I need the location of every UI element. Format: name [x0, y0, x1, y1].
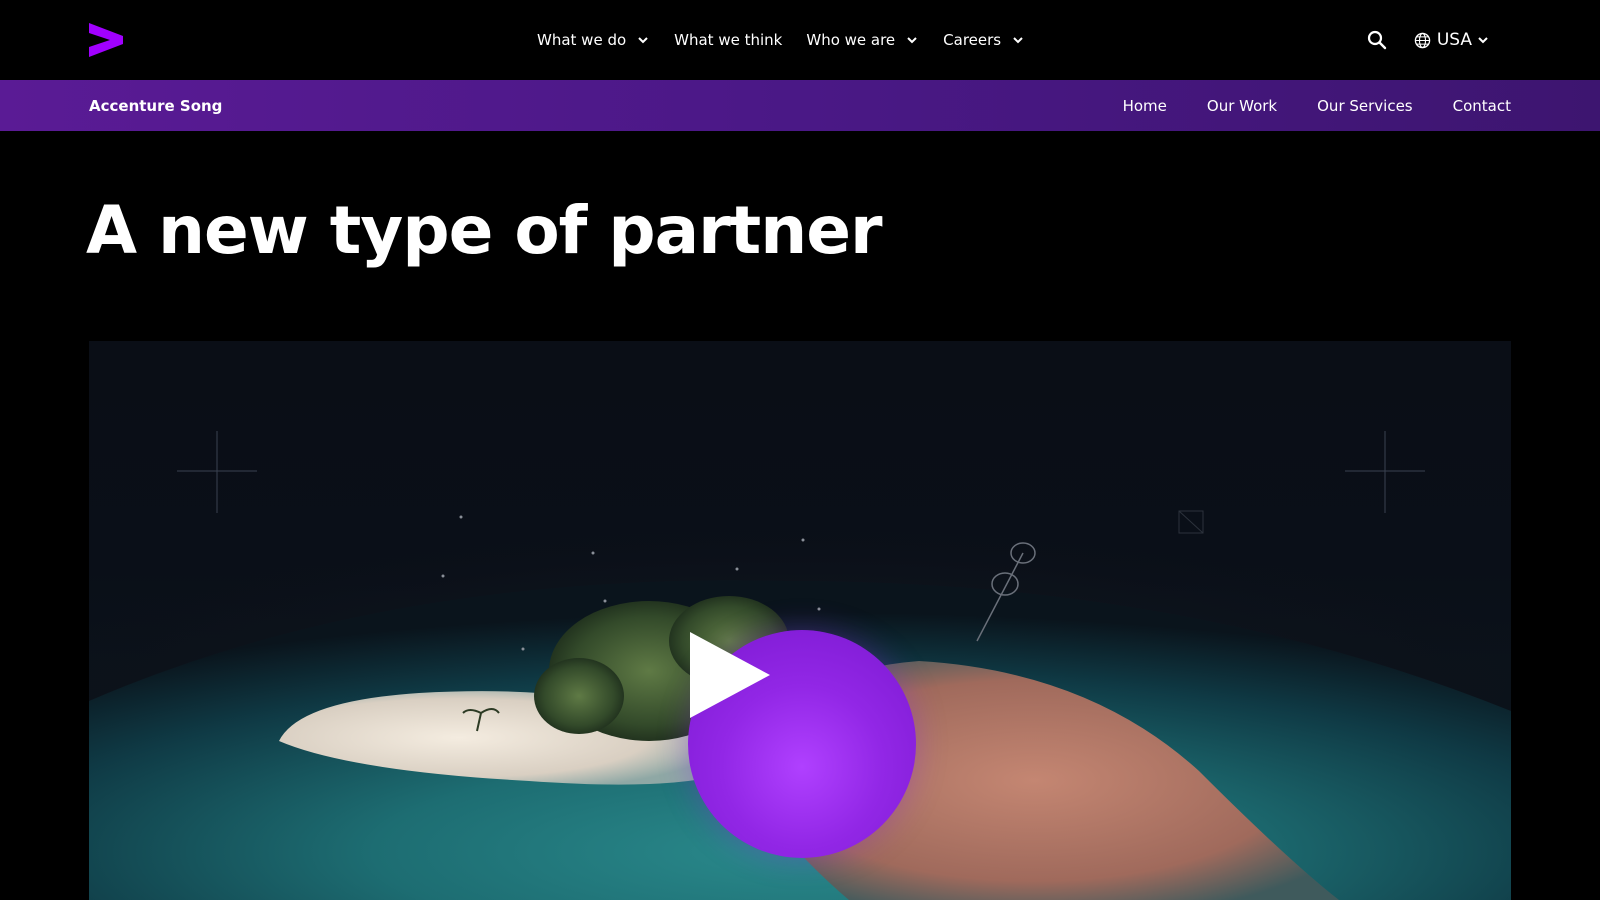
- sub-nav-link-contact[interactable]: Contact: [1453, 97, 1511, 115]
- sub-nav-links: Home Our Work Our Services Contact: [1083, 80, 1511, 131]
- play-button[interactable]: [688, 630, 916, 858]
- menu-item-who-we-are[interactable]: Who we are: [806, 31, 919, 49]
- search-icon[interactable]: [1366, 29, 1388, 51]
- menu-item-label: Who we are: [806, 31, 896, 49]
- play-icon: [690, 632, 770, 718]
- chevron-down-icon: [1013, 37, 1023, 44]
- sub-nav-link-our-work[interactable]: Our Work: [1207, 97, 1277, 115]
- menu-item-what-we-do[interactable]: What we do: [537, 31, 650, 49]
- locale-label: USA: [1436, 30, 1472, 50]
- brand-link[interactable]: Accenture Song: [89, 80, 222, 131]
- accenture-logo[interactable]: [88, 22, 124, 58]
- locale-selector[interactable]: USA: [1414, 30, 1490, 50]
- sub-nav-link-home[interactable]: Home: [1123, 97, 1167, 115]
- hero-video[interactable]: [89, 341, 1511, 900]
- chevron-down-icon: [638, 37, 648, 44]
- menu-item-what-we-think[interactable]: What we think: [674, 31, 782, 49]
- utility-nav: USA: [1366, 0, 1490, 80]
- top-nav: What we do What we think Who we are Care…: [0, 0, 1600, 81]
- chevron-down-icon: [1478, 37, 1488, 44]
- sub-nav-link-our-services[interactable]: Our Services: [1317, 97, 1413, 115]
- page-title: A new type of partner: [86, 192, 883, 269]
- sub-nav: Accenture Song Home Our Work Our Service…: [0, 80, 1600, 131]
- menu-item-label: What we do: [537, 31, 627, 49]
- globe-icon: [1414, 32, 1431, 48]
- menu-item-label: What we think: [674, 31, 783, 49]
- menu-item-careers[interactable]: Careers: [943, 31, 1025, 49]
- chevron-down-icon: [907, 37, 917, 44]
- menu-item-label: Careers: [943, 31, 1002, 49]
- main-menu: What we do What we think Who we are Care…: [537, 0, 1049, 80]
